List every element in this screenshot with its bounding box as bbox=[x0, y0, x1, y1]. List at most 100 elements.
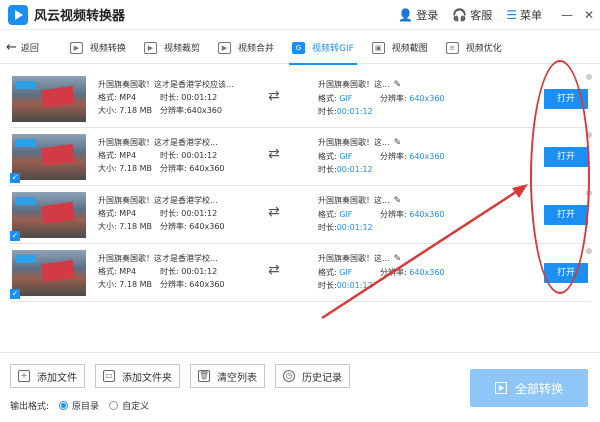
add-folder-label: 添加文件夹 bbox=[122, 372, 172, 384]
resolution-label: 分辨率: bbox=[160, 280, 187, 289]
format-value: MP4 bbox=[119, 93, 137, 102]
tab-label: 视频合并 bbox=[237, 44, 274, 54]
duration-label: 时长: bbox=[160, 151, 179, 160]
checkbox-checked-icon[interactable]: ✓ bbox=[10, 231, 20, 241]
app-title: 风云视频转换器 bbox=[34, 9, 126, 24]
tab-video-convert[interactable]: ▶ 视频转换 bbox=[61, 32, 135, 64]
checkbox-checked-icon[interactable]: ✓ bbox=[10, 173, 20, 183]
duration-label: 时长: bbox=[160, 267, 179, 276]
convert-all-button[interactable]: 全部转换 bbox=[470, 369, 588, 407]
clear-list-button[interactable]: 🗑 清空列表 bbox=[190, 364, 265, 388]
video-thumbnail bbox=[12, 250, 86, 296]
tab-label: 视频优化 bbox=[465, 44, 502, 54]
convert-arrow-icon: ⇄ bbox=[268, 204, 280, 220]
tab-video-to-gif[interactable]: G 视频转GIF bbox=[283, 32, 363, 65]
bottom-toolbar: + 添加文件 ▭ 添加文件夹 🗑 清空列表 ◷ 历史记录 bbox=[10, 364, 360, 388]
radio-custom-dir[interactable] bbox=[109, 401, 119, 410]
add-folder-button[interactable]: ▭ 添加文件夹 bbox=[95, 364, 180, 388]
remove-icon[interactable] bbox=[586, 248, 592, 254]
service-label: 客服 bbox=[470, 9, 493, 22]
output-format-value: GIF bbox=[339, 94, 353, 103]
duration-label: 时长: bbox=[318, 165, 337, 174]
menu-link[interactable]: ☰ 菜单 bbox=[506, 7, 542, 23]
output-duration-value: 00:01:12 bbox=[336, 223, 373, 232]
source-file-name: 升国旗奏国歌！这才是香港学校... bbox=[98, 196, 218, 205]
file-row: ✓ 升国旗奏国歌！这才是香港学校... 格式: MP4 时长: 00:01:12 … bbox=[10, 186, 592, 244]
duration-label: 时长: bbox=[318, 107, 337, 116]
output-resolution-value: 640x360 bbox=[409, 152, 445, 161]
resolution-label: 分辨率: bbox=[160, 164, 187, 173]
size-label: 大小: bbox=[98, 106, 117, 115]
back-button[interactable]: ← 返回 bbox=[6, 40, 39, 55]
tab-video-merge[interactable]: ▶ 视频合并 bbox=[209, 32, 283, 64]
source-file-name: 升国旗奏国歌！这才是香港学校... bbox=[98, 254, 218, 263]
optimize-icon: ≡ bbox=[445, 41, 459, 54]
format-label: 格式: bbox=[318, 210, 337, 219]
output-file-name: 升国旗奏国歌！这... bbox=[318, 138, 390, 147]
merge-icon: ▶ bbox=[217, 41, 231, 54]
output-resolution-value: 640x360 bbox=[409, 94, 445, 103]
convert-all-label: 全部转换 bbox=[514, 381, 563, 396]
output-resolution-value: 640x360 bbox=[409, 268, 445, 277]
edit-icon[interactable]: ✎ bbox=[394, 80, 402, 90]
login-label: 登录 bbox=[416, 9, 439, 22]
file-list: 升国旗奏国歌！这才是香港学校应该... 格式: MP4 时长: 00:01:12 … bbox=[10, 70, 592, 302]
output-info: 升国旗奏国歌！这... ✎ 格式: GIF 分辨率: 640x360 时长: 00:… bbox=[318, 194, 458, 234]
tab-video-optimize[interactable]: ≡ 视频优化 bbox=[437, 32, 511, 64]
format-value: MP4 bbox=[119, 151, 137, 160]
resolution-label: 分辨率: bbox=[380, 268, 407, 277]
file-row: ✓ 升国旗奏国歌！这才是香港学校... 格式: MP4 时长: 00:01:12 … bbox=[10, 244, 592, 302]
format-label: 格式: bbox=[98, 267, 117, 276]
format-value: MP4 bbox=[119, 267, 137, 276]
duration-value: 00:01:12 bbox=[181, 93, 218, 102]
output-duration-value: 00:01:12 bbox=[336, 165, 373, 174]
output-format-value: GIF bbox=[339, 268, 353, 277]
resolution-value: 640x360 bbox=[186, 106, 222, 115]
close-button[interactable]: ✕ bbox=[578, 8, 600, 22]
duration-value: 00:01:12 bbox=[181, 209, 218, 218]
menu-icon: ☰ bbox=[506, 8, 517, 22]
output-resolution-value: 640x360 bbox=[409, 210, 445, 219]
tab-video-screenshot[interactable]: ▣ 视频截图 bbox=[363, 32, 437, 64]
screenshot-icon: ▣ bbox=[371, 41, 385, 54]
duration-label: 时长: bbox=[160, 93, 179, 102]
tab-video-crop[interactable]: ▶ 视频裁剪 bbox=[135, 32, 209, 64]
resolution-value: 640x360 bbox=[189, 280, 225, 289]
source-info: 升国旗奏国歌！这才是香港学校... 格式: MP4 时长: 00:01:12 大小… bbox=[98, 194, 248, 233]
add-file-label: 添加文件 bbox=[37, 372, 77, 384]
duration-label: 时长: bbox=[318, 281, 337, 290]
edit-icon[interactable]: ✎ bbox=[394, 254, 402, 264]
app-logo-icon bbox=[8, 4, 28, 25]
file-row: ✓ 升国旗奏国歌！这才是香港学校... 格式: MP4 时长: 00:01:12 … bbox=[10, 128, 592, 186]
tab-label: 视频裁剪 bbox=[163, 44, 200, 54]
source-info: 升国旗奏国歌！这才是香港学校... 格式: MP4 时长: 00:01:12 大小… bbox=[98, 252, 248, 291]
format-value: MP4 bbox=[119, 209, 137, 218]
output-duration-value: 00:01:12 bbox=[336, 107, 373, 116]
edit-icon[interactable]: ✎ bbox=[394, 138, 402, 148]
resolution-label: 分辨率: bbox=[380, 152, 407, 161]
history-label: 历史记录 bbox=[302, 372, 342, 384]
resolution-value: 640x360 bbox=[189, 222, 225, 231]
source-info: 升国旗奏国歌！这才是香港学校... 格式: MP4 时长: 00:01:12 大小… bbox=[98, 136, 248, 175]
add-file-icon: + bbox=[18, 370, 30, 382]
option-custom-label: 自定义 bbox=[122, 402, 150, 412]
convert-arrow-icon: ⇄ bbox=[268, 262, 280, 278]
play-icon bbox=[494, 382, 507, 394]
output-format-value: GIF bbox=[339, 152, 353, 161]
video-thumbnail bbox=[12, 192, 86, 238]
login-link[interactable]: 👤 登录 bbox=[398, 7, 438, 23]
size-value: 7.18 MB bbox=[119, 280, 152, 289]
resolution-label: 分辨率: bbox=[160, 106, 187, 115]
edit-icon[interactable]: ✎ bbox=[394, 196, 402, 206]
duration-value: 00:01:12 bbox=[181, 151, 218, 160]
service-link[interactable]: 🎧 客服 bbox=[452, 7, 492, 23]
history-button[interactable]: ◷ 历史记录 bbox=[275, 364, 350, 388]
add-file-button[interactable]: + 添加文件 bbox=[10, 364, 85, 388]
radio-original-dir[interactable] bbox=[59, 401, 69, 410]
duration-label: 时长: bbox=[318, 223, 337, 232]
checkbox-checked-icon[interactable]: ✓ bbox=[10, 289, 20, 299]
minimize-button[interactable]: — bbox=[556, 8, 578, 22]
clock-icon: ◷ bbox=[283, 370, 295, 382]
remove-icon[interactable] bbox=[586, 74, 592, 80]
folder-icon: ▭ bbox=[103, 370, 115, 382]
